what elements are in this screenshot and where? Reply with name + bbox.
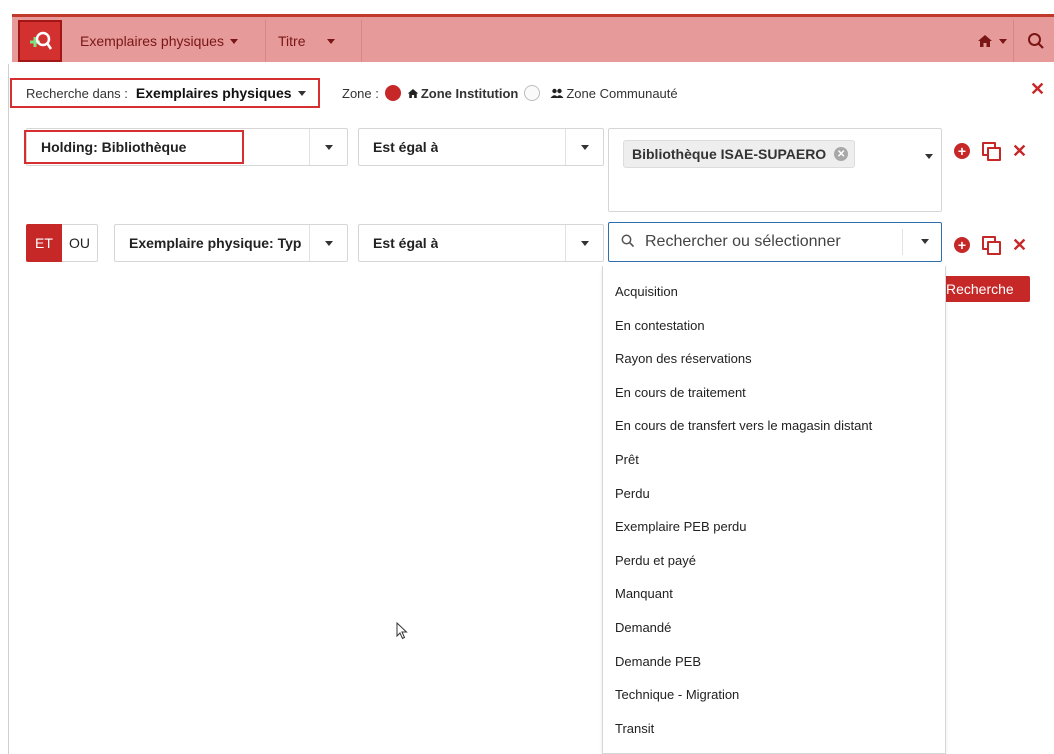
dropdown-option[interactable]: Exemplaire PEB perdu [615, 519, 747, 534]
chevron-down-icon[interactable] [921, 239, 929, 244]
row1-operator-label: Est égal à [373, 139, 439, 155]
zone-label: Zone : [342, 85, 379, 101]
zone-selector: Zone : Zone Institution Zone Communauté [342, 82, 678, 104]
dropdown-option[interactable]: En cours de traitement [615, 385, 746, 400]
search-type-label: Exemplaires physiques [80, 33, 224, 49]
close-icon[interactable]: ✕ [1030, 80, 1045, 98]
chevron-down-icon [309, 225, 347, 261]
dropdown-option[interactable]: En cours de transfert vers le magasin di… [615, 418, 872, 433]
row2-field-label: Exemplaire physique: Typ [129, 235, 302, 251]
top-search-bar: Exemplaires physiques Titre [12, 14, 1054, 62]
value-search-input[interactable] [643, 231, 893, 253]
and-button[interactable]: ET [26, 224, 62, 262]
row2-actions: + ✕ [954, 236, 1027, 255]
users-icon [550, 88, 564, 98]
or-button[interactable]: OU [62, 224, 98, 262]
highlight-box [24, 130, 244, 164]
value-tag-label: Bibliothèque ISAE-SUPAERO [632, 146, 827, 162]
home-button[interactable] [970, 20, 1014, 62]
row2-value-select[interactable] [608, 222, 942, 262]
and-or-toggle: ET OU [26, 224, 98, 262]
duplicate-icon[interactable] [982, 142, 1001, 161]
delete-row-icon[interactable]: ✕ [1012, 142, 1027, 160]
search-scope-selector[interactable]: Recherche dans : Exemplaires physiques [10, 78, 320, 108]
zone-institution-label: Zone Institution [420, 85, 519, 101]
dropdown-option[interactable]: Demandé [615, 620, 671, 635]
row1-value-multiselect[interactable]: Bibliothèque ISAE-SUPAERO ✕ [608, 128, 942, 212]
search-field-label: Titre [278, 33, 306, 49]
scope-label: Recherche dans : [26, 85, 128, 101]
dropdown-option[interactable]: En contestation [615, 318, 705, 333]
chevron-down-icon [327, 38, 336, 44]
value-dropdown-list: Acquisition En contestation Rayon des rése… [602, 266, 946, 754]
duplicate-icon[interactable] [982, 236, 1001, 255]
home-icon [407, 88, 419, 98]
row2-operator-select[interactable]: Est égal à [358, 224, 604, 262]
divider [902, 229, 903, 255]
zone-community-label: Zone Communauté [566, 85, 678, 101]
search-icon [1028, 33, 1044, 49]
value-tag: Bibliothèque ISAE-SUPAERO ✕ [623, 140, 856, 168]
chevron-down-icon [565, 225, 603, 261]
dropdown-option[interactable]: Rayon des réservations [615, 351, 752, 366]
advanced-search-button[interactable] [18, 20, 62, 62]
zone-institution-radio[interactable] [384, 85, 401, 101]
advanced-search-icon [30, 31, 53, 50]
search-type-dropdown[interactable]: Exemplaires physiques [68, 20, 266, 62]
top-search-button[interactable] [1016, 20, 1054, 62]
chevron-down-icon [925, 147, 933, 162]
page-left-border [8, 64, 9, 754]
search-button[interactable]: Recherche [942, 276, 1030, 302]
delete-row-icon[interactable]: ✕ [1012, 236, 1027, 254]
dropdown-option[interactable]: Technique - Migration [615, 687, 739, 702]
scope-value: Exemplaires physiques [135, 85, 292, 101]
row2-operator-label: Est égal à [373, 235, 439, 251]
chevron-down-icon [297, 90, 306, 96]
dropdown-option[interactable]: Acquisition [615, 284, 678, 299]
dropdown-option[interactable]: Demande PEB [615, 654, 701, 669]
dropdown-option[interactable]: Manquant [615, 586, 673, 601]
home-icon [977, 35, 992, 47]
row2-field-select[interactable]: Exemplaire physique: Typ [114, 224, 348, 262]
chevron-down-icon [229, 38, 238, 44]
add-condition-icon[interactable]: + [954, 237, 970, 253]
dropdown-option[interactable]: Transit [615, 721, 654, 736]
dropdown-option[interactable]: Perdu et payé [615, 553, 696, 568]
row1-actions: + ✕ [954, 142, 1027, 161]
chevron-down-icon [998, 38, 1007, 44]
search-field-dropdown[interactable]: Titre [266, 20, 362, 62]
search-icon [621, 234, 635, 248]
add-condition-icon[interactable]: + [954, 143, 970, 159]
dropdown-option[interactable]: Prêt [615, 452, 639, 467]
zone-community-radio[interactable] [524, 85, 541, 101]
remove-tag-icon[interactable]: ✕ [834, 147, 849, 161]
chevron-down-icon [309, 129, 347, 165]
row1-operator-select[interactable]: Est égal à [358, 128, 604, 166]
dropdown-option[interactable]: Perdu [615, 486, 650, 501]
chevron-down-icon [565, 129, 603, 165]
mouse-cursor-icon [396, 622, 408, 640]
